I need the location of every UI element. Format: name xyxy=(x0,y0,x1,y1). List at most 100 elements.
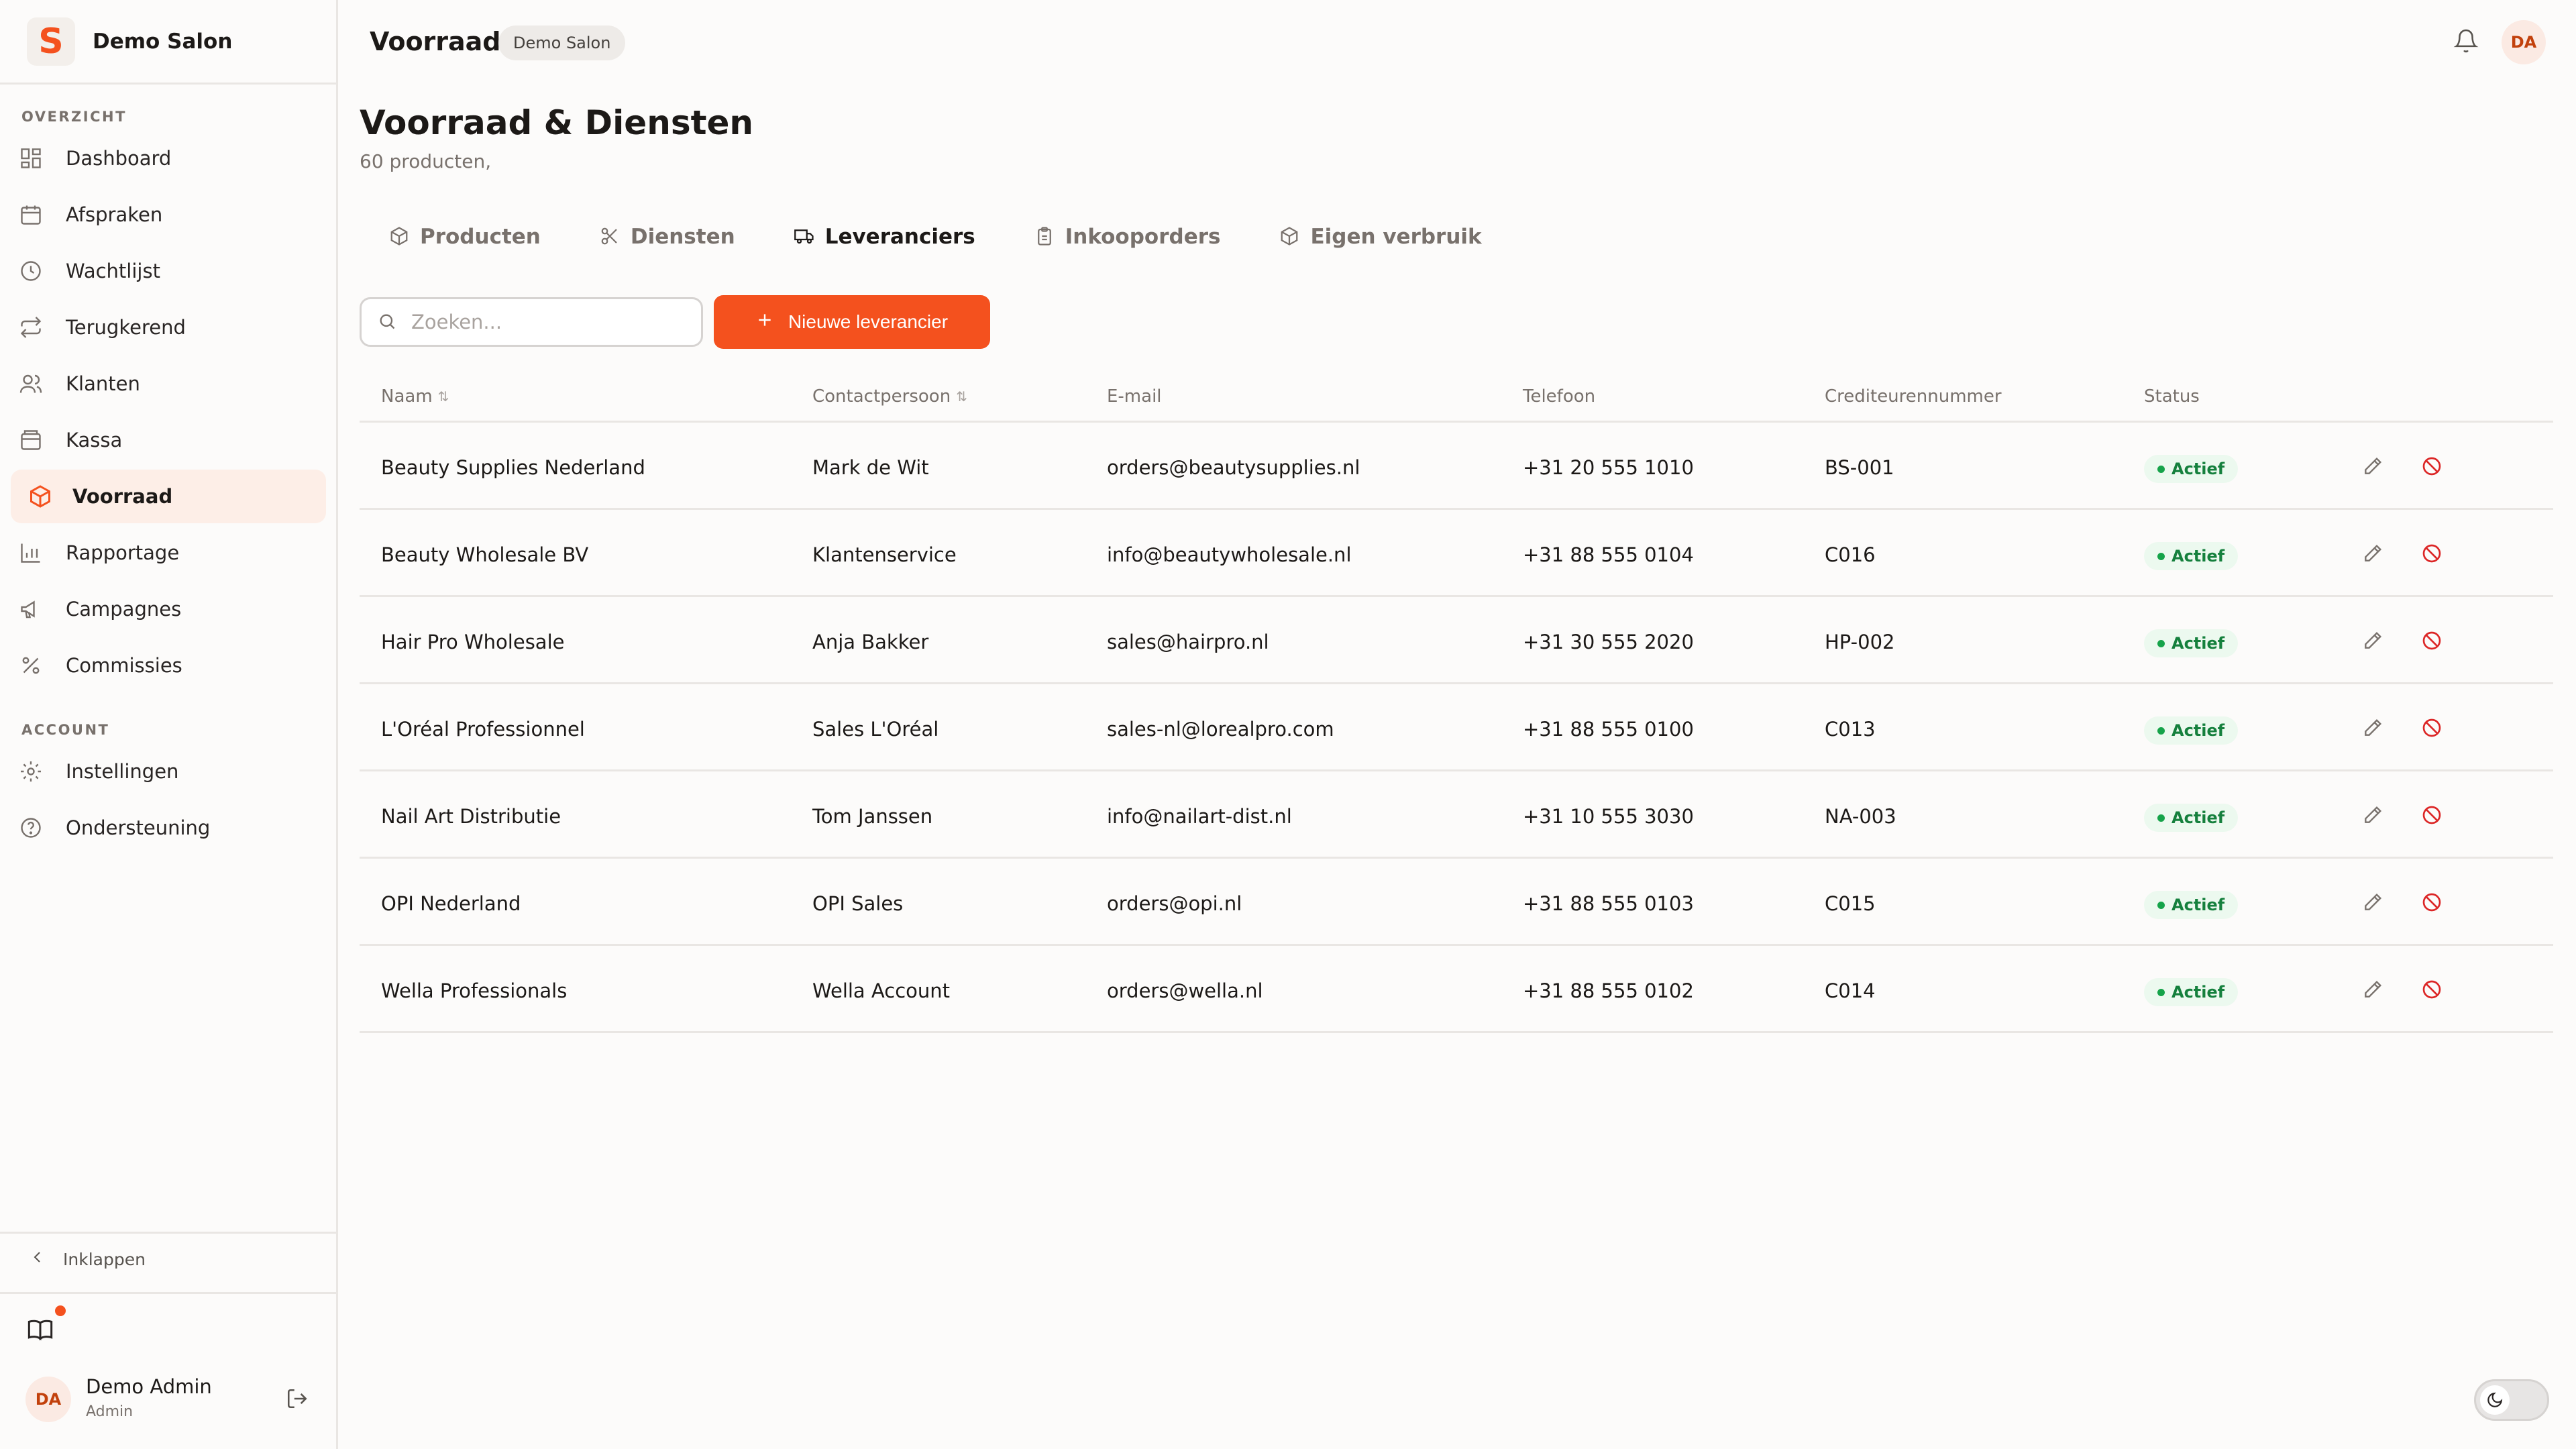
tab-leveranciers[interactable]: Leveranciers xyxy=(764,205,1005,268)
edit-icon[interactable] xyxy=(2360,628,2385,653)
sidebar-item-voorraad[interactable]: Voorraad xyxy=(11,470,326,523)
cell-contact: OPI Sales xyxy=(812,892,904,915)
box-icon xyxy=(389,226,411,248)
table-row[interactable]: Hair Pro Wholesale Anja Bakker sales@hairp… xyxy=(360,597,2553,684)
deactivate-icon[interactable] xyxy=(2419,977,2445,1002)
collapse-label: Inklappen xyxy=(63,1249,146,1269)
book-icon[interactable] xyxy=(27,1316,56,1346)
sidebar-item-label: Dashboard xyxy=(66,147,172,170)
table-row[interactable]: L'Oréal Professionnel Sales L'Oréal sales-… xyxy=(360,684,2553,771)
bell-icon[interactable] xyxy=(2453,28,2481,56)
table-row[interactable]: Wella Professionals Wella Account orders@w… xyxy=(360,946,2553,1033)
edit-icon[interactable] xyxy=(2360,715,2385,741)
cell-contact: Tom Janssen xyxy=(812,805,933,828)
status-dot xyxy=(2157,465,2165,473)
column-header-status: Status xyxy=(2144,386,2200,407)
deactivate-icon[interactable] xyxy=(2419,802,2445,828)
sidebar-item-label: Afspraken xyxy=(66,203,163,226)
sidebar-item-afspraken[interactable]: Afspraken xyxy=(11,188,326,241)
sidebar-item-ondersteuning[interactable]: Ondersteuning xyxy=(11,801,326,855)
search-input[interactable] xyxy=(411,311,693,333)
status-dot xyxy=(2157,901,2165,909)
repeat-icon xyxy=(17,314,44,341)
column-header-contactpersoon[interactable]: Contactpersoon ⇅ xyxy=(812,386,967,407)
status-dot xyxy=(2157,552,2165,560)
sidebar-item-dashboard[interactable]: Dashboard xyxy=(11,131,326,185)
table-row[interactable]: Nail Art Distributie Tom Janssen info@nail… xyxy=(360,771,2553,859)
theme-toggle[interactable] xyxy=(2474,1379,2549,1421)
table-row[interactable]: Beauty Supplies Nederland Mark de Wit orde… xyxy=(360,423,2553,510)
status-label: Actief xyxy=(2171,460,2225,478)
sidebar: S Demo Salon OVERZICHT Dashboard Afsprak… xyxy=(0,0,338,1449)
cell-contact: Wella Account xyxy=(812,979,951,1002)
deactivate-icon[interactable] xyxy=(2419,715,2445,741)
deactivate-icon[interactable] xyxy=(2419,890,2445,915)
edit-icon[interactable] xyxy=(2360,977,2385,1002)
sidebar-item-label: Rapportage xyxy=(66,541,180,564)
sidebar-item-rapportage[interactable]: Rapportage xyxy=(11,526,326,580)
cell-phone: +31 88 555 0103 xyxy=(1523,892,1694,915)
cell-name: OPI Nederland xyxy=(381,892,521,915)
new-supplier-label: Nieuwe leverancier xyxy=(788,311,949,332)
cell-email: sales-nl@lorealpro.com xyxy=(1107,718,1334,741)
sort-icon: ⇅ xyxy=(437,388,449,405)
cell-name: Wella Professionals xyxy=(381,979,568,1002)
sidebar-item-label: Campagnes xyxy=(66,598,182,621)
deactivate-icon[interactable] xyxy=(2419,541,2445,566)
cell-name: Hair Pro Wholesale xyxy=(381,631,565,653)
sidebar-item-kassa[interactable]: Kassa xyxy=(11,413,326,467)
tab-label: Inkooporders xyxy=(1065,225,1221,249)
new-supplier-button[interactable]: Nieuwe leverancier xyxy=(714,295,990,349)
truck-icon xyxy=(794,226,816,248)
cell-creditor: C015 xyxy=(1825,892,1876,915)
sidebar-item-commissies[interactable]: Commissies xyxy=(11,639,326,692)
collapse-button[interactable]: Inklappen xyxy=(30,1249,146,1269)
cell-phone: +31 10 555 3030 xyxy=(1523,805,1694,828)
table-row[interactable]: Beauty Wholesale BV Klantenservice info@be… xyxy=(360,510,2553,597)
table-header: Naam ⇅ Contactpersoon ⇅ E-mail Telefoon Cr… xyxy=(360,374,2553,423)
tab-inkooporders[interactable]: Inkooporders xyxy=(1005,205,1250,268)
sidebar-item-terugkerend[interactable]: Terugkerend xyxy=(11,301,326,354)
cell-email: sales@hairpro.nl xyxy=(1107,631,1269,653)
cell-name: Nail Art Distributie xyxy=(381,805,561,828)
cell-contact: Klantenservice xyxy=(812,543,957,566)
column-header-telefoon: Telefoon xyxy=(1523,386,1596,407)
column-header-naam[interactable]: Naam ⇅ xyxy=(381,386,449,407)
cell-name: Beauty Supplies Nederland xyxy=(381,456,645,479)
deactivate-icon[interactable] xyxy=(2419,628,2445,653)
tab-diensten[interactable]: Diensten xyxy=(570,205,765,268)
status-dot xyxy=(2157,988,2165,996)
cell-creditor: NA-003 xyxy=(1825,805,1896,828)
scissors-icon xyxy=(600,226,621,248)
user-role: Admin xyxy=(86,1403,133,1420)
box-icon xyxy=(1279,226,1301,248)
sidebar-item-wachtlijst[interactable]: Wachtlijst xyxy=(11,244,326,298)
brand[interactable]: S Demo Salon xyxy=(0,0,336,85)
header-avatar[interactable]: DA xyxy=(2502,20,2546,64)
status-badge: Actief xyxy=(2144,629,2239,657)
cell-phone: +31 88 555 0100 xyxy=(1523,718,1694,741)
status-badge: Actief xyxy=(2144,542,2239,570)
header-badge: Demo Salon xyxy=(498,25,626,60)
page-title: Voorraad & Diensten xyxy=(360,103,753,142)
avatar[interactable]: DA xyxy=(25,1377,71,1422)
tab-producten[interactable]: Producten xyxy=(360,205,570,268)
status-dot xyxy=(2157,727,2165,735)
sidebar-item-klanten[interactable]: Klanten xyxy=(11,357,326,411)
status-badge: Actief xyxy=(2144,891,2239,919)
logout-icon[interactable] xyxy=(286,1387,313,1414)
sidebar-item-campagnes[interactable]: Campagnes xyxy=(11,582,326,636)
tab-bar: Producten Diensten Leveranciers Inkoopor… xyxy=(360,205,1511,268)
deactivate-icon[interactable] xyxy=(2419,453,2445,479)
sidebar-item-label: Voorraad xyxy=(72,485,173,508)
edit-icon[interactable] xyxy=(2360,890,2385,915)
top-header: Voorraad Demo Salon DA xyxy=(340,0,2576,85)
edit-icon[interactable] xyxy=(2360,453,2385,479)
edit-icon[interactable] xyxy=(2360,802,2385,828)
status-badge: Actief xyxy=(2144,978,2239,1006)
tab-eigen-verbruik[interactable]: Eigen verbruik xyxy=(1250,205,1511,268)
edit-icon[interactable] xyxy=(2360,541,2385,566)
table-row[interactable]: OPI Nederland OPI Sales orders@opi.nl +31 8… xyxy=(360,859,2553,946)
nav-section-overview: OVERZICHT xyxy=(21,109,127,125)
sidebar-item-instellingen[interactable]: Instellingen xyxy=(11,745,326,798)
